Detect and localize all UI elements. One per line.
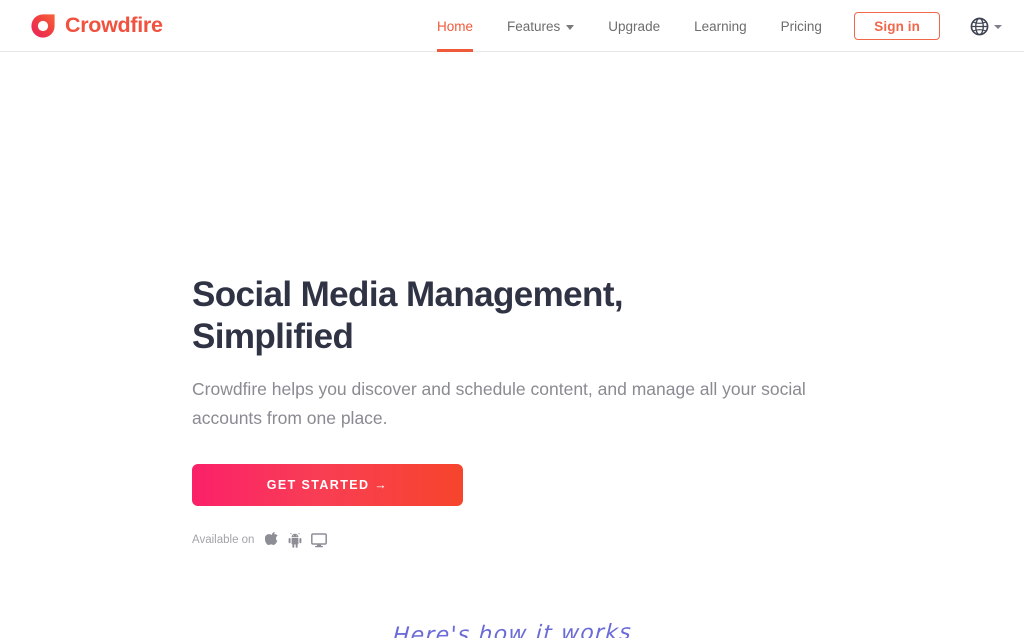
nav-item-learning-label: Learning bbox=[694, 18, 747, 34]
how-it-works-label: Here's how it works bbox=[391, 620, 633, 638]
hero-section: Social Media Management, Simplified Crow… bbox=[0, 52, 1024, 638]
brand-name: Crowdfire bbox=[65, 13, 163, 37]
hero-subtitle: Crowdfire helps you discover and schedul… bbox=[192, 379, 806, 428]
nav-item-upgrade[interactable]: Upgrade bbox=[591, 0, 677, 52]
available-on-row: Available on bbox=[192, 532, 892, 548]
nav-item-upgrade-label: Upgrade bbox=[608, 18, 661, 34]
nav-item-pricing-label: Pricing bbox=[780, 18, 822, 34]
crowdfire-circle-logo-icon bbox=[30, 13, 56, 39]
globe-icon bbox=[970, 17, 989, 36]
hero-title-line-2: Simplified bbox=[192, 317, 354, 356]
nav-item-pricing[interactable]: Pricing bbox=[764, 0, 839, 52]
platform-icon-list bbox=[265, 532, 328, 548]
main-navigation: Home Features Upgrade Learning Pricing bbox=[437, 0, 839, 52]
get-started-button[interactable]: GET STARTED → bbox=[192, 464, 463, 506]
page-title: Social Media Management, Simplified bbox=[192, 274, 712, 358]
chevron-down-icon bbox=[566, 24, 575, 30]
sign-in-button[interactable]: Sign in bbox=[854, 12, 940, 40]
brand-logo-link[interactable]: Crowdfire bbox=[30, 13, 163, 39]
nav-item-features[interactable]: Features bbox=[490, 0, 591, 52]
android-icon[interactable] bbox=[288, 532, 302, 548]
language-switcher[interactable] bbox=[970, 17, 1002, 36]
nav-item-home-label: Home bbox=[437, 18, 474, 34]
how-it-works-anchor[interactable]: Here's how it works bbox=[0, 620, 1024, 638]
hero-content: Social Media Management, Simplified Crow… bbox=[192, 274, 892, 548]
site-header: Crowdfire Home Features Upgrade Learning… bbox=[0, 0, 1024, 52]
nav-item-home[interactable]: Home bbox=[437, 0, 490, 52]
chevron-down-icon bbox=[994, 25, 1002, 29]
nav-item-features-label: Features bbox=[507, 18, 561, 34]
available-on-label: Available on bbox=[192, 534, 255, 546]
apple-icon[interactable] bbox=[265, 532, 279, 548]
nav-item-learning[interactable]: Learning bbox=[677, 0, 764, 52]
hero-title-line-1: Social Media Management, bbox=[192, 275, 624, 314]
desktop-icon[interactable] bbox=[311, 532, 328, 548]
header-right-cluster: Sign in bbox=[854, 0, 1002, 52]
